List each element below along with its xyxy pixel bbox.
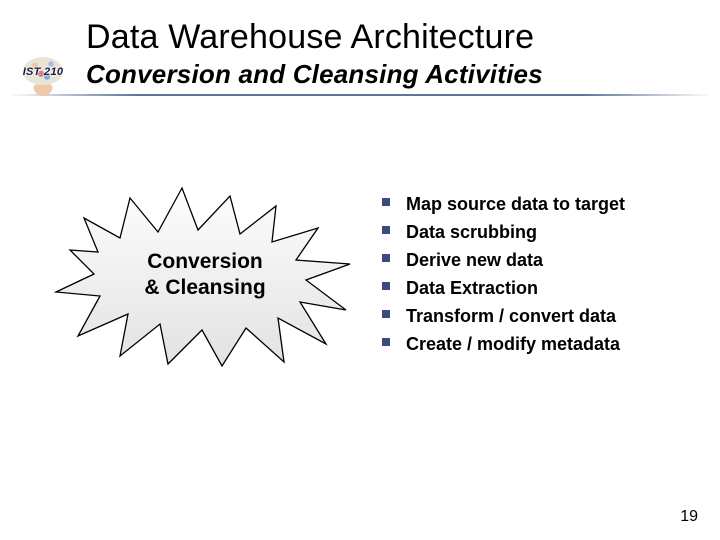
list-item: Transform / convert data bbox=[378, 303, 690, 331]
course-code: IST 210 bbox=[8, 66, 78, 78]
burst-caption: Conversion & Cleansing bbox=[144, 249, 265, 302]
slide-header: IST 210 Data Warehouse Architecture Conv… bbox=[0, 0, 720, 96]
course-logo: IST 210 bbox=[8, 54, 78, 100]
list-item: Data scrubbing bbox=[378, 219, 690, 247]
slide-subtitle: Conversion and Cleansing Activities bbox=[86, 59, 720, 90]
explosion-shape: Conversion & Cleansing bbox=[50, 180, 360, 370]
list-item: Data Extraction bbox=[378, 275, 690, 303]
list-item: Create / modify metadata bbox=[378, 331, 690, 359]
slide-title: Data Warehouse Architecture bbox=[86, 18, 720, 57]
bullet-list: Map source data to target Data scrubbing… bbox=[360, 191, 690, 358]
divider bbox=[12, 94, 708, 96]
hand-icon bbox=[32, 83, 54, 97]
page-number: 19 bbox=[680, 508, 698, 526]
list-item: Derive new data bbox=[378, 247, 690, 275]
slide-body: Conversion & Cleansing Map source data t… bbox=[0, 180, 720, 370]
list-item: Map source data to target bbox=[378, 191, 690, 219]
